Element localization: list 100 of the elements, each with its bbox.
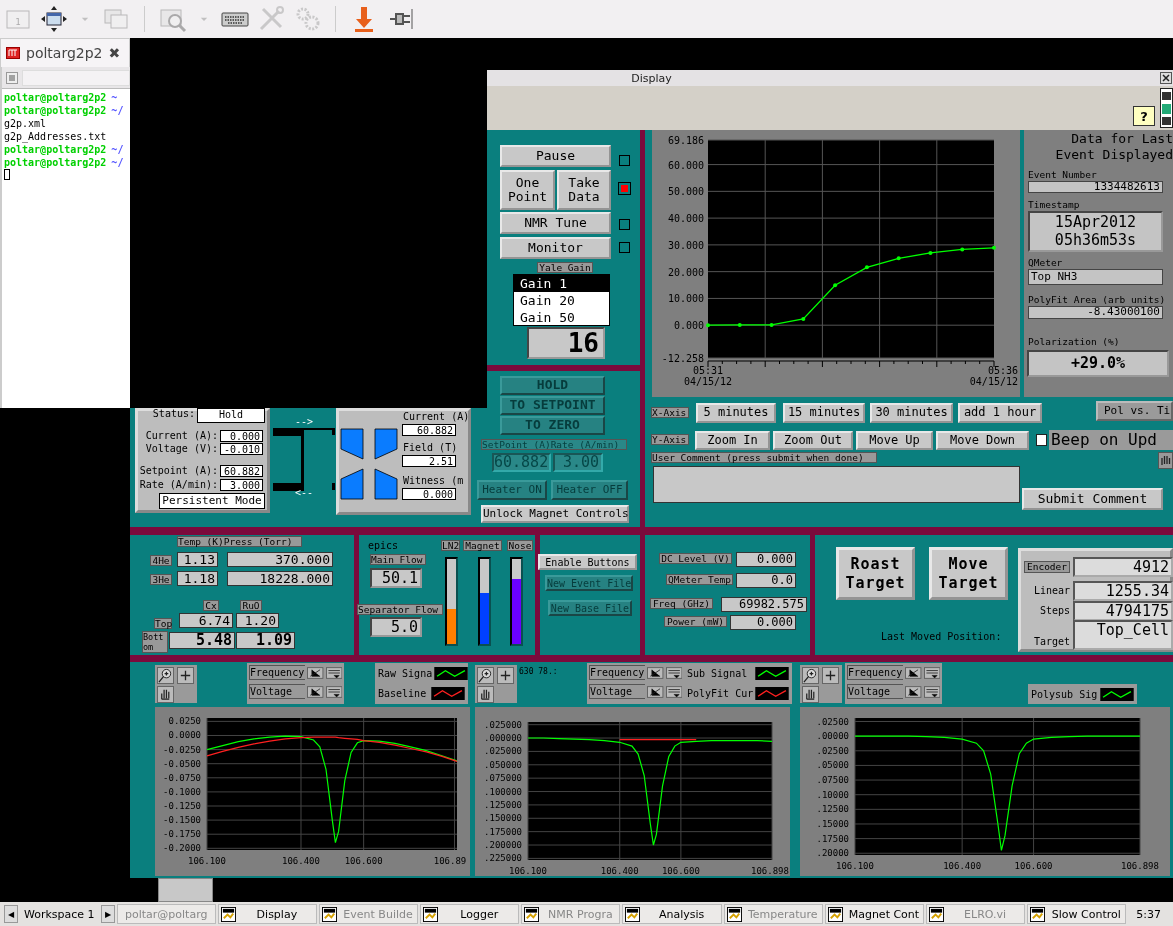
run-button[interactable]: Take Data: [557, 170, 611, 210]
gain-option[interactable]: Gain 20: [514, 292, 609, 309]
time-range-button[interactable]: 30 minutes: [870, 403, 953, 423]
session-tab[interactable]: poltarg2p2 ✖: [0, 38, 130, 67]
column-header: RuO: [240, 600, 262, 611]
taskbar-item[interactable]: Logger: [420, 904, 520, 924]
terminal-output: g2p.xml: [4, 118, 47, 129]
lock-scale-icon[interactable]: [307, 665, 324, 680]
hand-icon[interactable]: [802, 686, 819, 703]
submit-button[interactable]: Submit Comment: [1022, 488, 1163, 510]
sensor-label: Bott om: [142, 631, 168, 653]
data-point: [960, 247, 965, 252]
scale-name: Frequency: [847, 665, 904, 680]
help-button[interactable]: ?: [1133, 106, 1155, 126]
comment-field[interactable]: [653, 466, 1020, 503]
move-window-icon[interactable]: [40, 5, 68, 33]
axis-label: 40.000: [667, 213, 704, 225]
unlock-button[interactable]: Unlock Magnet Controls: [481, 505, 629, 523]
zoom-button[interactable]: Move Down: [936, 431, 1029, 450]
panel-title: Data for Last Event Displayed: [1054, 131, 1173, 164]
time-range-button[interactable]: 15 minutes: [783, 403, 865, 423]
current-direction-text: <--: [295, 487, 315, 498]
plot-select-button[interactable]: Pol vs. Ti: [1096, 401, 1173, 421]
axis-label: -0.1250: [163, 801, 201, 811]
lock-scale-icon[interactable]: [307, 684, 324, 699]
file-button[interactable]: Enable Buttons: [538, 554, 637, 570]
gain-option[interactable]: Gain 1: [514, 275, 609, 292]
lock-scale-icon[interactable]: [647, 665, 664, 680]
format-icon[interactable]: [923, 665, 940, 680]
readout-field: 60.882: [402, 424, 456, 436]
zoom-in-icon[interactable]: [802, 667, 819, 684]
zoom-button[interactable]: Zoom Out: [773, 431, 853, 450]
zoom-in-icon[interactable]: [477, 667, 494, 684]
run-button[interactable]: Monitor: [500, 237, 611, 259]
zoom-button[interactable]: Move Up: [856, 431, 933, 450]
axis-label: -0.0500: [163, 758, 201, 769]
axis-label: -12.258: [661, 353, 704, 364]
timestamp-text: 15Apr2012: [1054, 213, 1137, 231]
axis-label: .175000: [484, 826, 522, 837]
zoom-button[interactable]: Zoom In: [695, 431, 770, 450]
zoom-in-icon[interactable]: [157, 667, 174, 684]
run-button[interactable]: One Point: [500, 170, 555, 210]
axis-label: Y-Axis: [651, 434, 689, 445]
prompt-path: ~/: [111, 105, 124, 116]
readout-field: 60.882: [220, 465, 263, 477]
pressure-field: 18228.000: [227, 571, 333, 586]
app-icon: [929, 906, 944, 922]
taskbar-item[interactable]: Analysis: [622, 904, 722, 924]
axis-label: 106.600: [661, 866, 700, 876]
format-icon[interactable]: [665, 684, 682, 699]
gain-option[interactable]: Gain 50: [514, 309, 609, 326]
time-range-button[interactable]: add 1 hour: [958, 403, 1042, 423]
prompt-path: ~/: [111, 144, 124, 155]
next-workspace-button[interactable]: ▶: [100, 905, 115, 923]
lock-scale-icon[interactable]: [905, 684, 922, 699]
terminal-icon: [6, 47, 20, 59]
pressure-field: 370.000: [227, 552, 333, 567]
window-title: Display: [631, 71, 672, 85]
position-field: 4912: [1073, 557, 1173, 577]
terminal-output: g2p_Addresses.txt: [4, 131, 107, 142]
status-label: Status:: [151, 408, 195, 419]
hand-icon[interactable]: [157, 686, 174, 703]
plus-icon[interactable]: [822, 667, 839, 684]
data-point: [737, 322, 742, 327]
target-button[interactable]: Roast Target: [836, 547, 915, 600]
scrollbar-thumb[interactable]: [158, 878, 213, 902]
sensor-field: 6.74: [179, 613, 233, 628]
axis-label: .12500: [816, 804, 849, 815]
taskbar-item[interactable]: Display: [217, 904, 317, 924]
hand-icon[interactable]: [1158, 452, 1173, 469]
readout-field: 0.0: [736, 573, 796, 588]
scale-name: Frequency: [249, 665, 306, 680]
data-point: [801, 317, 806, 322]
format-icon[interactable]: [325, 684, 342, 699]
data-point: [928, 250, 933, 255]
previous-workspace-button[interactable]: ◀: [4, 905, 18, 923]
close-icon[interactable]: ✖: [108, 45, 121, 61]
readout-field: +29.0%: [1027, 350, 1169, 377]
format-icon[interactable]: [325, 665, 342, 680]
plus-icon[interactable]: [177, 667, 194, 684]
count-display: 16: [527, 327, 605, 359]
close-icon[interactable]: [1160, 72, 1172, 84]
time-range-button[interactable]: 5 minutes: [696, 403, 776, 423]
lock-scale-icon[interactable]: [905, 665, 922, 680]
checkbox[interactable]: [1036, 434, 1047, 446]
magnet-lead-drawing: [273, 428, 335, 491]
axis-label: .200000: [484, 840, 522, 850]
readout-label: Rate (A/min):: [138, 479, 218, 490]
hand-icon[interactable]: [477, 686, 494, 703]
readout-field: 69982.575: [721, 597, 807, 612]
format-icon[interactable]: [665, 665, 682, 680]
taskbar-item[interactable]: Magnet Cont: [824, 904, 924, 924]
target-button[interactable]: Move Target: [929, 547, 1008, 600]
run-button[interactable]: Pause: [500, 145, 611, 167]
run-button[interactable]: NMR Tune: [500, 212, 611, 234]
plus-icon[interactable]: [497, 667, 514, 684]
lock-scale-icon[interactable]: [647, 684, 664, 699]
format-icon[interactable]: [923, 684, 940, 699]
axis-label: .100000: [484, 786, 522, 797]
taskbar-item[interactable]: Slow Control: [1027, 904, 1127, 924]
